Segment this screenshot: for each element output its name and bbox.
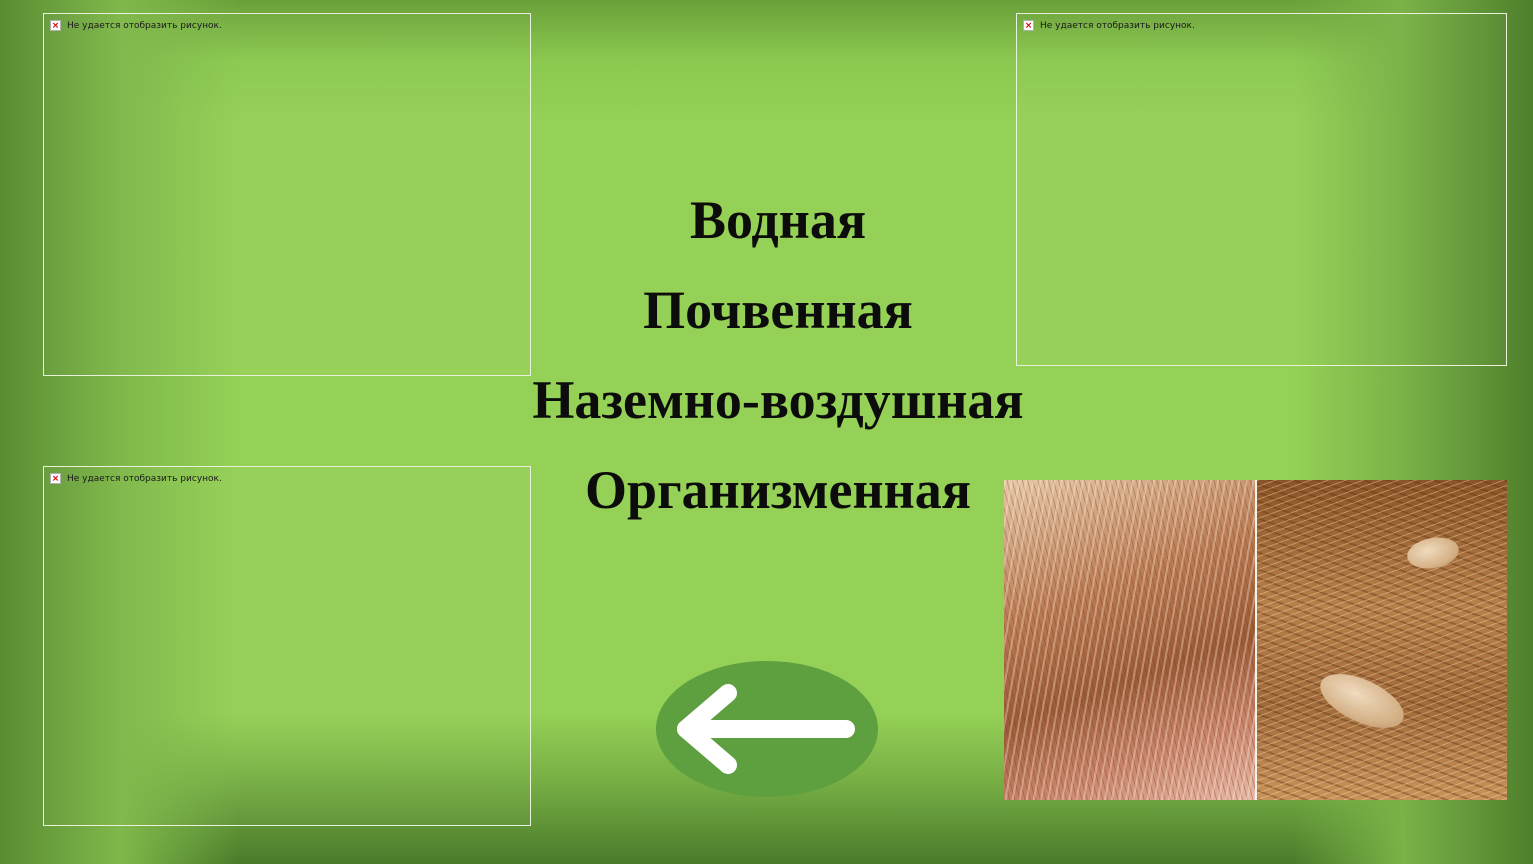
broken-image-icon: × — [50, 473, 61, 484]
habitat-water: Водная — [689, 190, 867, 250]
broken-image-icon: × — [50, 20, 61, 31]
broken-image-icon: × — [1023, 20, 1034, 31]
habitat-soil: Почвенная — [643, 280, 913, 340]
broken-image-text: Не удается отобразить рисунок. — [1040, 20, 1195, 31]
louse-icon — [1311, 662, 1412, 740]
habitat-ground-air: Наземно-воздушная — [532, 370, 1024, 430]
louse-icon — [1404, 533, 1461, 573]
hair-lice-photo — [1004, 480, 1507, 800]
back-button[interactable] — [656, 661, 878, 797]
broken-image-text: Не удается отобразить рисунок. — [67, 473, 222, 484]
arrow-left-icon — [677, 684, 855, 774]
broken-image-notice: × Не удается отобразить рисунок. — [50, 20, 222, 31]
hair-photo-right — [1256, 480, 1507, 800]
broken-image-text: Не удается отобразить рисунок. — [67, 20, 222, 31]
broken-image-notice: × Не удается отобразить рисунок. — [50, 473, 222, 484]
hair-photo-left — [1004, 480, 1255, 800]
broken-image-notice: × Не удается отобразить рисунок. — [1023, 20, 1195, 31]
image-placeholder-bottom-left: × Не удается отобразить рисунок. — [43, 466, 531, 826]
